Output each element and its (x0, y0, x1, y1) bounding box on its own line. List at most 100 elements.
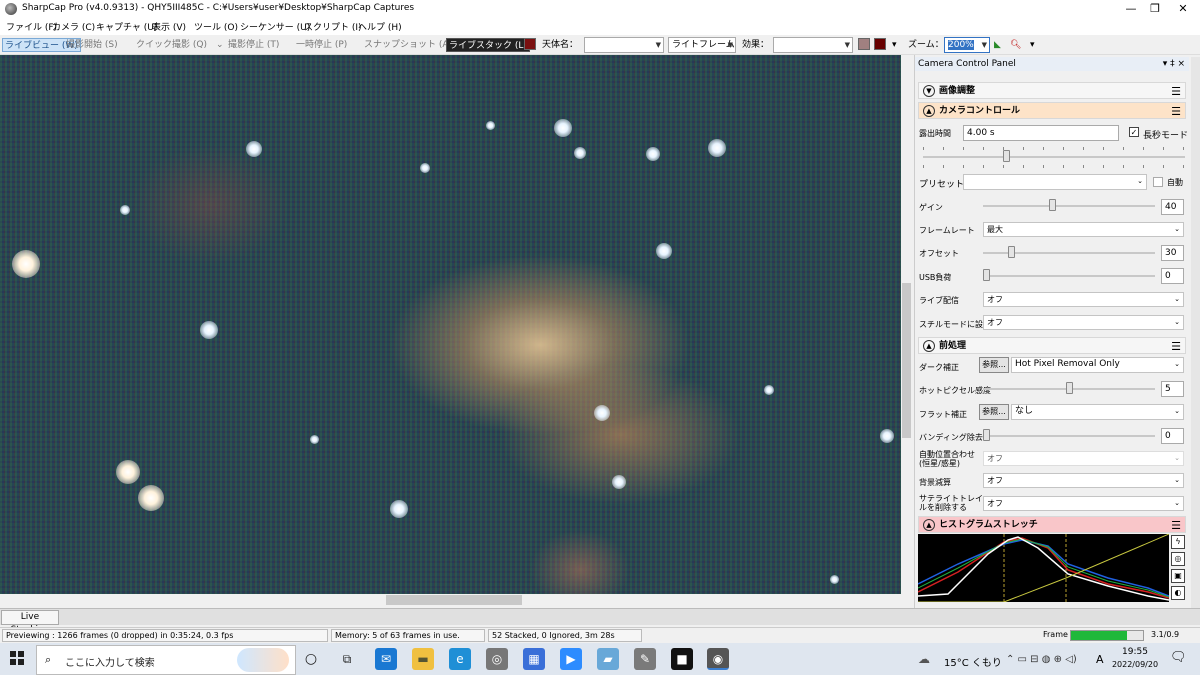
chevron-down-icon[interactable]: ▾ (890, 38, 899, 52)
image-viewer[interactable] (0, 55, 912, 596)
gain-slider-thumb[interactable] (1049, 199, 1056, 211)
menu-icon[interactable]: ☰ (1171, 84, 1181, 100)
horizontal-scroll-thumb[interactable] (386, 595, 522, 605)
weather-text[interactable]: 15°C くもり (944, 654, 1002, 669)
close-button[interactable]: ✕ (1160, 0, 1200, 18)
record-icon[interactable] (524, 38, 536, 50)
gain-input[interactable]: 40 (1161, 199, 1184, 215)
contrast-icon[interactable]: ◐ (1171, 586, 1185, 600)
panel-title-text: Camera Control Panel (918, 59, 1016, 69)
section-preprocess[interactable]: ▲ 前処理 ☰ (918, 337, 1186, 354)
menu-file[interactable]: ファイル (F) (6, 20, 57, 33)
banding-slider-track[interactable] (983, 435, 1155, 437)
hot-pixel-input[interactable]: 5 (1161, 381, 1184, 397)
menu-script[interactable]: スクリプト (I) (304, 20, 362, 33)
live-stack-button[interactable]: ライブスタック (L) (446, 38, 530, 52)
flat-dropdown[interactable]: なし ⌄ (1011, 404, 1184, 420)
snapshot-button[interactable]: スナップショット (A) (362, 38, 454, 52)
clock-time[interactable]: 19:55 (1110, 647, 1160, 657)
target-name-combo[interactable]: ▼ (584, 37, 664, 53)
frame-type-value: ライトフレーム (672, 40, 735, 50)
system-tray-icons[interactable]: ⌃ ▭ ⊟ ◍ ⊕ ◁) (1006, 654, 1077, 665)
exposure-input[interactable]: 4.00 s (963, 125, 1119, 141)
start-capture-button[interactable]: 撮影開始 (S) (64, 38, 120, 52)
clock-date[interactable]: 2022/09/20 (1108, 660, 1162, 669)
ime-indicator[interactable]: A (1096, 653, 1104, 666)
app-icon-notes[interactable]: ▰ (597, 648, 619, 670)
menu-sequencer[interactable]: シーケンサー (U) (240, 20, 310, 33)
long-exposure-checkbox[interactable]: ✓ (1129, 127, 1139, 137)
menu-view[interactable]: 表示 (V) (152, 20, 186, 33)
pause-button[interactable]: 一時停止 (P) (294, 38, 349, 52)
auto-align-dropdown[interactable]: オフ ⌄ (983, 451, 1184, 466)
panel-pin-icon[interactable]: ▾ ‡ × (1163, 57, 1185, 71)
histogram-display[interactable] (917, 533, 1170, 603)
banding-input[interactable]: 0 (1161, 428, 1184, 444)
menu-icon[interactable]: ☰ (1171, 339, 1181, 355)
flat-browse-button[interactable]: 参照... (979, 404, 1009, 420)
satellite-dropdown[interactable]: オフ ⌄ (983, 496, 1184, 511)
offset-input[interactable]: 30 (1161, 245, 1184, 261)
exposure-slider-track[interactable] (923, 156, 1185, 158)
task-view-icon[interactable]: ⧉ (336, 648, 358, 670)
red-square-icon[interactable] (874, 38, 886, 50)
framerate-dropdown[interactable]: 最大 ⌄ (983, 222, 1184, 237)
histogram-icon[interactable]: ◣ (992, 38, 1003, 52)
usb-input[interactable]: 0 (1161, 268, 1184, 284)
offset-slider-thumb[interactable] (1007, 246, 1015, 258)
menu-tools[interactable]: ツール (O) (194, 20, 238, 33)
frame-type-combo[interactable]: ライトフレーム ▼ (668, 37, 736, 53)
mail-icon[interactable]: ✉ (375, 648, 397, 670)
live-stream-dropdown[interactable]: オフ ⌄ (983, 292, 1184, 307)
usb-slider-track[interactable] (983, 275, 1155, 277)
color-square-icon[interactable] (858, 38, 870, 50)
hot-pixel-slider-thumb[interactable] (1065, 382, 1073, 394)
edge-icon[interactable]: e (449, 648, 471, 670)
magnifier-icon[interactable]: 🔍︎ (1008, 38, 1023, 52)
store-icon[interactable]: ▦ (523, 648, 545, 670)
dark-dropdown[interactable]: Hot Pixel Removal Only ⌄ (1011, 357, 1184, 373)
section-histogram[interactable]: ▲ ヒストグラムストレッチ ☰ (918, 516, 1186, 533)
app-icon-spiral[interactable]: ◎ (486, 648, 508, 670)
chevron-down-icon[interactable]: ▾ (1028, 38, 1037, 52)
dark-browse-button[interactable]: 参照... (979, 357, 1009, 373)
zoom-app-icon[interactable]: ▶ (560, 648, 582, 670)
menu-icon[interactable]: ☰ (1171, 104, 1181, 120)
section-camera-control[interactable]: ▲ カメラコントロール ☰ (918, 102, 1186, 119)
sharpcap-taskbar-icon[interactable]: ◉ (707, 648, 729, 670)
bg-sub-dropdown[interactable]: オフ ⌄ (983, 473, 1184, 488)
lightning-icon[interactable]: ϟ (1171, 535, 1185, 549)
banding-slider-thumb[interactable] (983, 429, 990, 441)
camera-app-icon[interactable]: ■ (671, 648, 693, 670)
exposure-ticks (923, 147, 1185, 150)
notification-icon[interactable]: 🗨︎ (1170, 650, 1187, 665)
star (764, 385, 774, 395)
gain-slider-track[interactable] (983, 205, 1155, 207)
panel-scrollbar[interactable] (1191, 57, 1200, 608)
save-icon[interactable]: ▣ (1171, 569, 1185, 583)
preset-auto-checkbox[interactable] (1153, 177, 1163, 187)
menu-capture[interactable]: キャプチャ (U) (96, 20, 157, 33)
quick-capture-button[interactable]: クイック撮影 (Q) (134, 38, 209, 52)
reset-icon[interactable]: ◎ (1171, 552, 1185, 566)
stop-capture-button[interactable]: 撮影停止 (T) (226, 38, 281, 52)
usb-slider-thumb[interactable] (983, 269, 990, 281)
menu-camera[interactable]: カメラ (C) (52, 20, 95, 33)
still-mode-dropdown[interactable]: オフ ⌄ (983, 315, 1184, 330)
vertical-scroll-thumb[interactable] (902, 283, 911, 438)
star (612, 475, 626, 489)
chevron-down-icon[interactable]: ⌄ (214, 38, 226, 52)
zoom-combo[interactable]: 200% ▼ (944, 37, 990, 53)
menu-help[interactable]: ヘルプ (H) (358, 20, 402, 33)
exposure-slider-thumb[interactable] (1003, 150, 1010, 162)
section-image-adjust[interactable]: ▼ 画像調整 ☰ (918, 82, 1186, 99)
menu-icon[interactable]: ☰ (1171, 518, 1181, 534)
file-explorer-icon[interactable]: ▬ (412, 648, 434, 670)
taskbar-search-box[interactable]: ⌕ ここに入力して検索 (36, 645, 296, 675)
preset-dropdown[interactable]: ⌄ (963, 174, 1147, 190)
effect-combo[interactable]: ▼ (773, 37, 853, 53)
cortana-icon[interactable]: ○ (300, 648, 322, 670)
paint-icon[interactable]: ✎ (634, 648, 656, 670)
live-stacking-tab[interactable]: Live Stacking (1, 610, 59, 635)
windows-start-icon[interactable] (10, 651, 24, 665)
